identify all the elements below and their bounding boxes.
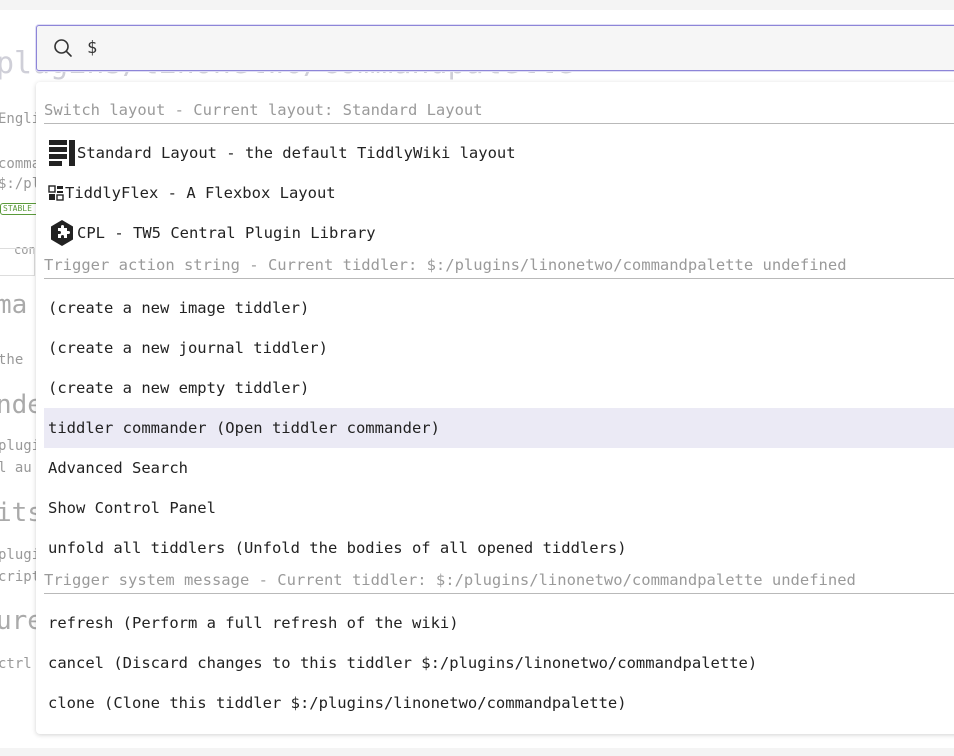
command-palette-results: Switch layout - Current layout: Standard… — [36, 82, 954, 734]
command-item[interactable]: TiddlyFlex - A Flexbox Layout — [44, 173, 954, 213]
background-text-fragment: ctrl — [0, 656, 32, 672]
background-text-fragment: l au — [0, 460, 32, 476]
command-item-label: CPL - TW5 Central Plugin Library — [77, 224, 376, 242]
search-icon — [53, 38, 73, 58]
command-item[interactable]: unfold all tiddlers (Unfold the bodies o… — [44, 528, 954, 568]
command-item-label: tiddler commander (Open tiddler commande… — [48, 419, 440, 437]
background-text-fragment: plugi — [0, 438, 41, 454]
standard-layout-icon — [48, 139, 76, 167]
section-header: Trigger system message - Current tiddler… — [44, 569, 954, 594]
command-item[interactable]: tiddler commander (Open tiddler commande… — [44, 408, 954, 448]
tiddlyflex-icon — [48, 185, 64, 201]
background-text-fragment: the — [0, 352, 24, 368]
command-item-label: TiddlyFlex - A Flexbox Layout — [65, 184, 336, 202]
command-item[interactable]: (create a new empty tiddler) — [44, 368, 954, 408]
command-item-label: (create a new empty tiddler) — [48, 379, 310, 397]
command-item-label: (create a new image tiddler) — [48, 299, 310, 317]
command-item-label: cancel (Discard changes to this tiddler … — [48, 654, 758, 672]
command-item-label: clone (Clone this tiddler $:/plugins/lin… — [48, 694, 627, 712]
command-item[interactable]: (create a new journal tiddler) — [44, 328, 954, 368]
cpl-puzzle-icon — [48, 219, 76, 247]
background-text-fragment: cript — [0, 569, 41, 585]
command-item[interactable]: cancel (Discard changes to this tiddler … — [44, 643, 954, 683]
command-item[interactable]: Show Control Panel — [44, 488, 954, 528]
command-item[interactable]: CPL - TW5 Central Plugin Library — [44, 213, 954, 253]
background-input — [0, 248, 35, 276]
background-text-fragment: plugi — [0, 547, 41, 563]
command-item-label: Show Control Panel — [48, 499, 216, 517]
command-item[interactable]: Standard Layout - the default TiddlyWiki… — [44, 133, 954, 173]
section-header: Trigger action string - Current tiddler:… — [44, 254, 954, 279]
command-item[interactable]: clone (Clone this tiddler $:/plugins/lin… — [44, 683, 954, 723]
command-item[interactable]: (create a new image tiddler) — [44, 288, 954, 328]
search-input[interactable] — [87, 32, 947, 64]
command-item-label: Advanced Search — [48, 459, 188, 477]
command-item[interactable]: Advanced Search — [44, 448, 954, 488]
background-text-fragment: ma — [0, 290, 28, 320]
section-header: Switch layout - Current layout: Standard… — [44, 99, 954, 124]
command-item-label: unfold all tiddlers (Unfold the bodies o… — [48, 539, 627, 557]
command-palette-search[interactable] — [36, 25, 954, 71]
command-item[interactable]: refresh (Perform a full refresh of the w… — [44, 603, 954, 643]
command-item-label: Standard Layout - the default TiddlyWiki… — [77, 144, 516, 162]
command-item-label: (create a new journal tiddler) — [48, 339, 328, 357]
command-item-label: refresh (Perform a full refresh of the w… — [48, 614, 459, 632]
